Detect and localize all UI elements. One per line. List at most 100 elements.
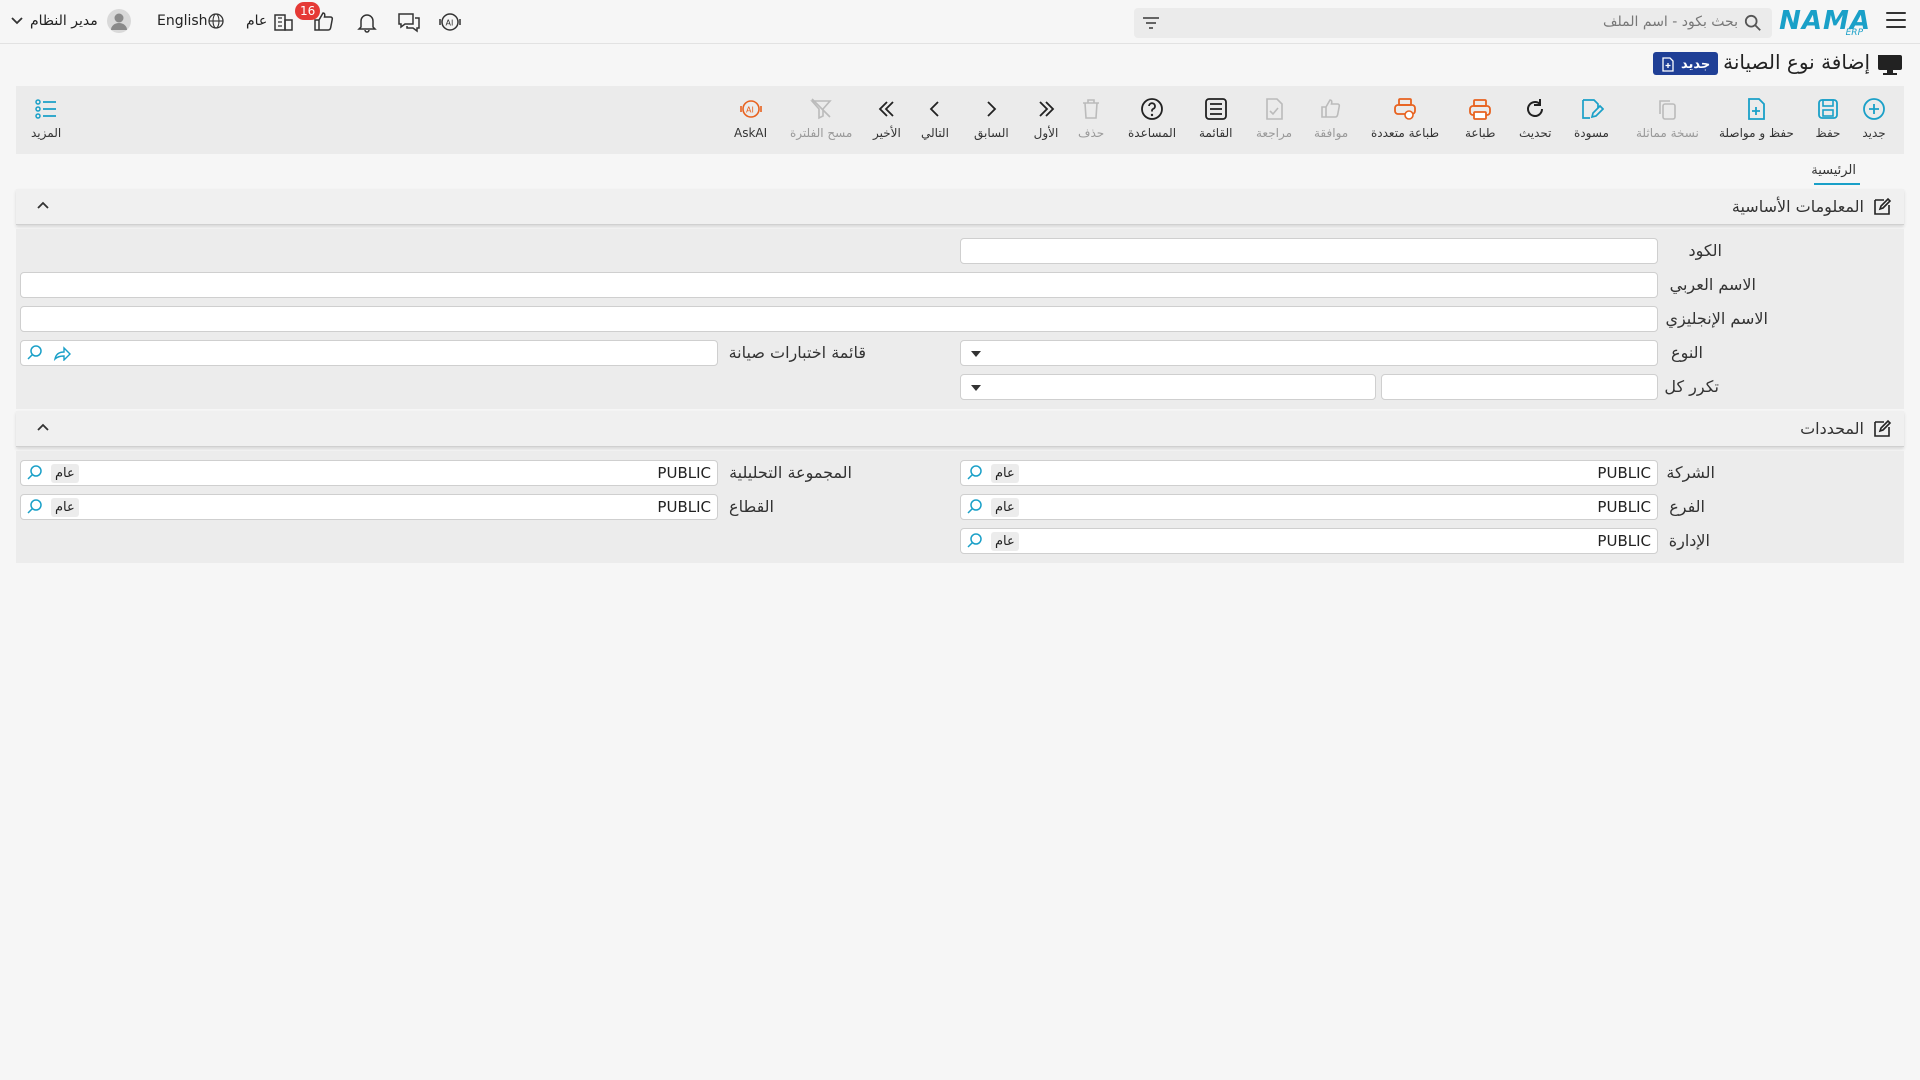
type-select[interactable] <box>960 340 1658 366</box>
more-button[interactable]: المزيد <box>31 96 61 148</box>
help-label: المساعدة <box>1128 126 1177 140</box>
review-button[interactable]: مراجعة <box>1256 96 1292 148</box>
first-record-button[interactable]: الأول <box>1033 96 1059 148</box>
basic-info-section-header[interactable]: المعلومات الأساسية <box>16 189 1904 225</box>
draft-label: مسودة <box>1574 126 1609 140</box>
save-continue-label: حفظ و مواصلة <box>1719 126 1794 140</box>
analysis-group-value: PUBLIC <box>657 464 711 482</box>
branch-chip: عام <box>991 498 1019 517</box>
dropdown-arrow-icon <box>971 385 981 391</box>
search-input[interactable]: بحث بكود - اسم الملف <box>1134 8 1772 38</box>
refresh-button[interactable]: تحديث <box>1519 96 1552 148</box>
search-lookup-icon[interactable] <box>26 498 44 516</box>
messages-icon[interactable] <box>396 9 422 35</box>
new-button[interactable]: جديد <box>1861 96 1887 148</box>
help-icon <box>1141 98 1163 120</box>
help-button[interactable]: المساعدة <box>1128 96 1176 148</box>
language-switch[interactable]: English <box>157 13 208 29</box>
department-value: PUBLIC <box>1597 532 1651 550</box>
menu-icon[interactable] <box>1886 12 1906 28</box>
english-name-field[interactable] <box>20 306 1658 332</box>
askai-label: AskAI <box>734 126 768 140</box>
edit-icon <box>1874 419 1892 437</box>
company-label: الشركة <box>1666 463 1715 482</box>
filter-icon[interactable] <box>1142 15 1160 31</box>
approve-label: موافقة <box>1314 126 1349 140</box>
print-button[interactable]: طباعة <box>1465 96 1495 148</box>
notification-count-badge: 16 <box>295 2 321 20</box>
company-field[interactable]: PUBLIC عام <box>960 460 1658 486</box>
logo[interactable]: NAMA ERP <box>1779 6 1871 38</box>
user-name[interactable]: مدير النظام <box>30 13 98 29</box>
multi-printer-icon <box>1394 98 1416 120</box>
search-lookup-icon[interactable] <box>966 532 984 550</box>
chevron-right-icon <box>987 101 997 117</box>
sector-field[interactable]: PUBLIC عام <box>20 494 718 520</box>
analysis-group-chip: عام <box>51 464 79 483</box>
previous-record-button[interactable]: السابق <box>974 96 1009 148</box>
more-label: المزيد <box>31 126 62 140</box>
company-scope-icon[interactable] <box>270 9 296 35</box>
determinants-section-header[interactable]: المحددات <box>16 411 1904 447</box>
list-bullets-icon <box>35 99 57 119</box>
search-lookup-icon[interactable] <box>26 344 44 362</box>
edit-icon <box>1874 197 1892 215</box>
save-continue-button[interactable]: حفظ و مواصلة <box>1719 96 1794 148</box>
edit-document-icon <box>1582 99 1605 119</box>
branch-value: PUBLIC <box>1597 498 1651 516</box>
duplicate-button[interactable]: نسخة مماثلة <box>1636 96 1699 148</box>
chevron-left-icon <box>929 101 939 117</box>
last-record-button[interactable]: الأخير <box>873 96 901 148</box>
duplicate-label: نسخة مماثلة <box>1636 126 1699 140</box>
save-icon <box>1818 99 1838 119</box>
arabic-name-field[interactable] <box>20 272 1658 298</box>
search-placeholder: بحث بكود - اسم الملف <box>1603 14 1738 30</box>
delete-label: حذف <box>1078 126 1105 140</box>
tab-main[interactable]: الرئيسية <box>1811 163 1856 178</box>
checklist-field[interactable] <box>20 340 718 366</box>
department-field[interactable]: PUBLIC عام <box>960 528 1658 554</box>
double-chevron-left-icon <box>878 101 894 117</box>
print-label: طباعة <box>1465 126 1496 140</box>
search-lookup-icon[interactable] <box>26 464 44 482</box>
save-button[interactable]: حفظ <box>1815 96 1841 148</box>
code-label: الكود <box>1688 241 1722 260</box>
new-label: جديد <box>1862 126 1886 140</box>
action-toolbar: جديد حفظ حفظ و مواصلة نسخة مماثلة مسودة … <box>16 86 1904 154</box>
previous-label: السابق <box>974 126 1009 140</box>
file-plus-icon <box>1748 98 1766 120</box>
top-bar: NAMA ERP بحث بكود - اسم الملف AI 16 عام … <box>0 0 1920 44</box>
analysis-group-field[interactable]: PUBLIC عام <box>20 460 718 486</box>
search-lookup-icon[interactable] <box>966 498 984 516</box>
delete-button[interactable]: حذف <box>1078 96 1104 148</box>
type-label: النوع <box>1671 343 1703 362</box>
chevron-up-icon[interactable] <box>36 421 50 433</box>
first-label: الأول <box>1033 126 1059 140</box>
open-link-icon[interactable] <box>53 345 71 361</box>
avatar[interactable] <box>106 8 132 34</box>
chevron-up-icon[interactable] <box>36 199 50 211</box>
list-button[interactable]: القائمة <box>1199 96 1232 148</box>
code-field[interactable] <box>960 238 1658 264</box>
checklist-label: قائمة اختبارات صيانة <box>728 343 866 362</box>
approve-button[interactable]: موافقة <box>1314 96 1348 148</box>
multi-print-button[interactable]: طباعة متعددة <box>1371 96 1439 148</box>
chevron-down-icon[interactable] <box>11 16 23 26</box>
scope-label[interactable]: عام <box>246 13 267 29</box>
logo-subtext: ERP <box>1845 28 1863 38</box>
branch-field[interactable]: PUBLIC عام <box>960 494 1658 520</box>
branch-label: الفرع <box>1669 497 1705 516</box>
clear-filter-label: مسح الفلترة <box>790 126 853 140</box>
bell-icon[interactable] <box>354 9 380 35</box>
arabic-name-label: الاسم العربي <box>1669 275 1756 294</box>
next-record-button[interactable]: التالي <box>921 96 949 148</box>
ai-assistant-icon[interactable]: AI <box>437 9 463 35</box>
clear-filter-button[interactable]: مسح الفلترة <box>790 96 852 148</box>
sector-chip: عام <box>51 498 79 517</box>
repeat-value-field[interactable] <box>1381 374 1658 400</box>
draft-button[interactable]: مسودة <box>1574 96 1609 148</box>
askai-button[interactable]: AI AskAI <box>734 96 767 148</box>
multi-print-label: طباعة متعددة <box>1371 126 1440 140</box>
repeat-unit-select[interactable] <box>960 374 1376 400</box>
search-lookup-icon[interactable] <box>966 464 984 482</box>
